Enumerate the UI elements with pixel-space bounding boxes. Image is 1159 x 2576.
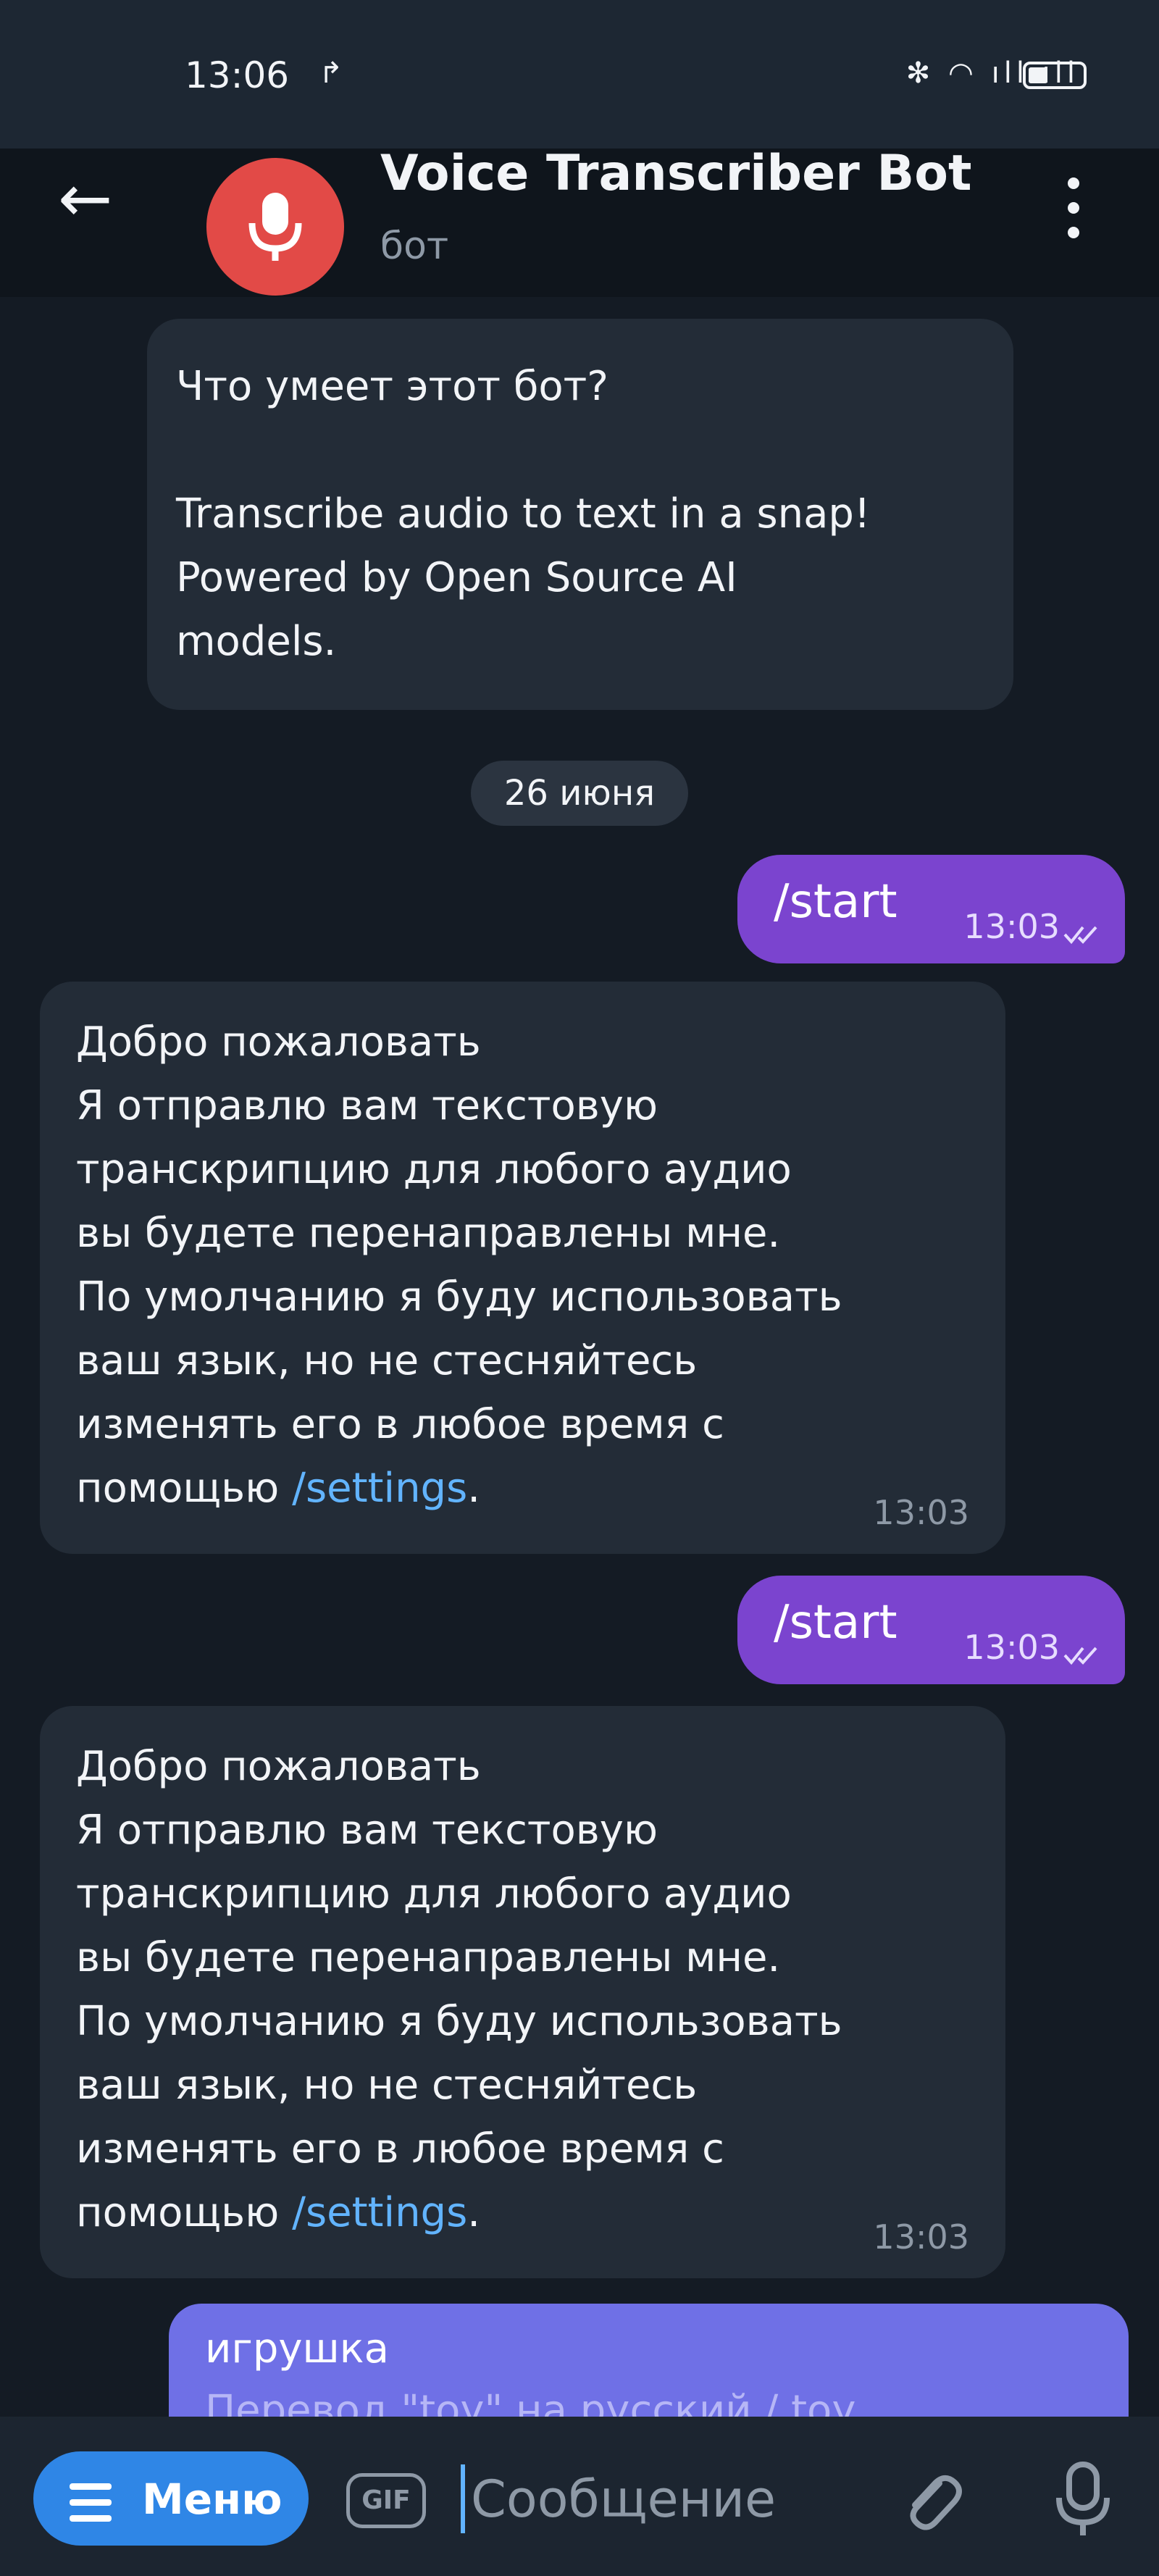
- bot-intro-card: Что умеет этот бот? Transcribe audio to …: [147, 319, 1013, 710]
- back-arrow-icon[interactable]: ←: [58, 167, 112, 232]
- hamburger-icon: [70, 2483, 112, 2531]
- paperclip-icon[interactable]: [895, 2466, 967, 2538]
- message-text-clipped: Перевод "toy" на русский / toy: [205, 2387, 856, 2417]
- microphone-icon[interactable]: [1050, 2460, 1116, 2540]
- date-separator: 26 июня: [471, 761, 688, 826]
- outgoing-message[interactable]: /start 13:03: [737, 1576, 1125, 1684]
- bot-intro-text: Что умеет этот бот? Transcribe audio to …: [176, 363, 871, 665]
- message-time: 13:03: [873, 2217, 969, 2257]
- incoming-message[interactable]: Добро пожаловать Я отправлю вам текстову…: [40, 1706, 1005, 2278]
- double-check-icon: [1063, 926, 1097, 945]
- settings-link[interactable]: /settings: [292, 2189, 467, 2236]
- chat-area[interactable]: Что умеет этот бот? Transcribe audio to …: [0, 297, 1159, 2417]
- message-text: /start: [774, 875, 898, 929]
- microphone-icon: [248, 193, 302, 261]
- message-text: Добро пожаловать Я отправлю вам текстову…: [76, 1743, 842, 2236]
- message-title: игрушка: [205, 2325, 389, 2372]
- outgoing-message[interactable]: /start 13:03: [737, 855, 1125, 963]
- text-cursor: [461, 2464, 465, 2533]
- more-options-icon[interactable]: [1066, 177, 1081, 251]
- bot-avatar[interactable]: [206, 158, 344, 296]
- message-text: Добро пожаловать Я отправлю вам текстову…: [76, 1019, 842, 1512]
- gif-icon[interactable]: GIF: [346, 2473, 426, 2528]
- message-composer: Меню GIF: [0, 2417, 1159, 2576]
- chat-title: Voice Transcriber Bot: [380, 145, 972, 202]
- menu-button[interactable]: Меню: [33, 2451, 309, 2546]
- chat-subtitle: бот: [380, 225, 449, 268]
- status-time: 13:06: [185, 54, 290, 96]
- message-time: 13:03: [873, 1493, 969, 1532]
- battery-icon: [1023, 62, 1087, 89]
- status-bar: 13:06 ↱ ✻ ◠ ıll ıll ← Voice Transcriber …: [0, 0, 1159, 296]
- double-check-icon: [1063, 1647, 1097, 1665]
- status-notification-icon: ↱: [319, 57, 343, 90]
- message-input[interactable]: [469, 2459, 878, 2540]
- message-text: /start: [774, 1596, 898, 1649]
- outgoing-message[interactable]: игрушка Перевод "toy" на русский / toy: [169, 2304, 1129, 2417]
- settings-link[interactable]: /settings: [292, 1465, 467, 1512]
- menu-button-label: Меню: [142, 2475, 283, 2524]
- message-time: 13:03: [963, 1628, 1060, 1667]
- message-time: 13:03: [963, 907, 1060, 946]
- incoming-message[interactable]: Добро пожаловать Я отправлю вам текстову…: [40, 982, 1005, 1554]
